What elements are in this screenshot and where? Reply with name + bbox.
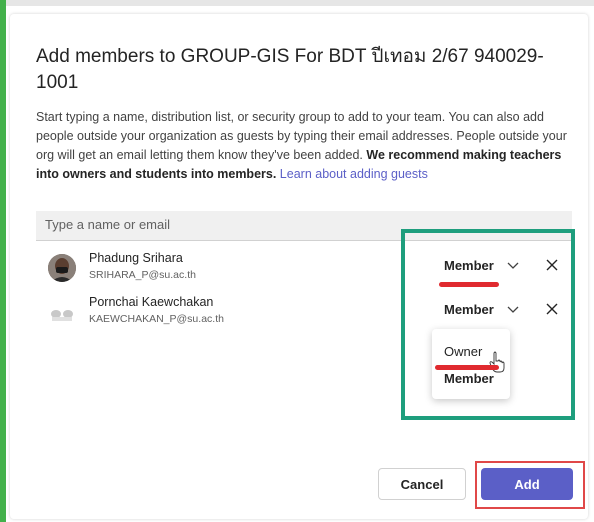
background-left-strip <box>0 0 6 522</box>
dialog-description: Start typing a name, distribution list, … <box>36 108 568 184</box>
dialog-title: Add members to GROUP-GIS For BDT ปีเทอม … <box>36 46 544 93</box>
annotation-highlight-add <box>475 461 585 509</box>
avatar <box>48 254 76 282</box>
background-top-strip <box>0 0 594 6</box>
annotation-highlight-roles <box>401 229 575 420</box>
cancel-button[interactable]: Cancel <box>378 468 466 500</box>
member-email: KAEWCHAKAN_P@su.ac.th <box>89 313 224 325</box>
member-name: Pornchai Kaewchakan <box>89 295 214 309</box>
member-name: Phadung Srihara <box>89 251 183 265</box>
learn-about-guests-link[interactable]: Learn about adding guests <box>280 167 428 181</box>
member-email: SRIHARA_P@su.ac.th <box>89 269 196 281</box>
person-photo-icon <box>48 254 76 282</box>
avatar <box>48 298 76 326</box>
person-photo-icon <box>48 298 76 326</box>
